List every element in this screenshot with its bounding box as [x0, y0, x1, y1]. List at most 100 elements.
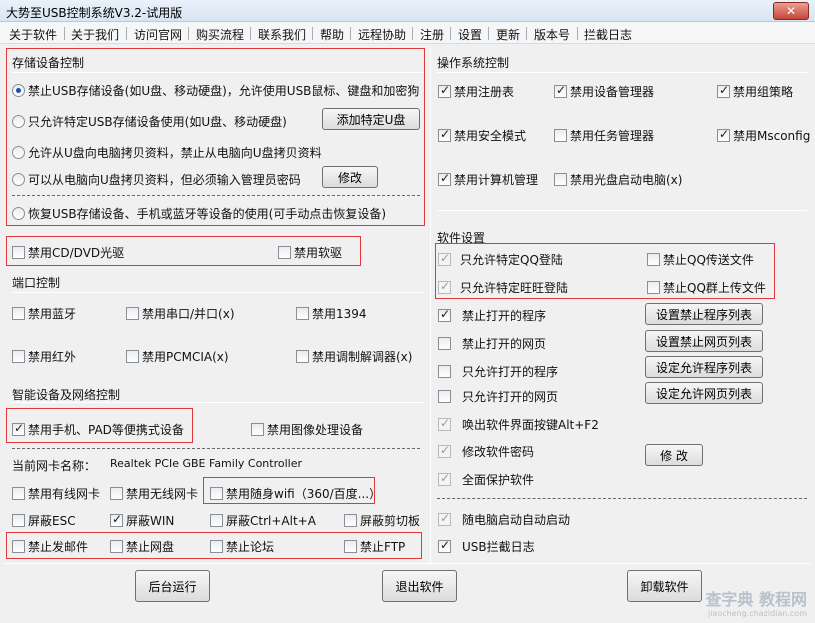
disable-device-manager-checkbox[interactable]: 禁用设备管理器 — [554, 83, 654, 100]
disable-mobile-checkbox[interactable]: 禁用手机、PAD等便携式设备 — [12, 421, 184, 438]
disable-modem-checkbox[interactable]: 禁用调制解调器(x) — [296, 348, 412, 365]
menu-intercept-log[interactable]: 拦截日志 — [584, 26, 632, 43]
checkbox-icon — [438, 416, 451, 431]
autostart-checkbox[interactable]: 随电脑启动自动启动 — [438, 511, 570, 528]
menu-about-us[interactable]: 关于我们 — [71, 26, 119, 43]
add-specific-usb-button[interactable]: 添加特定U盘 — [322, 108, 420, 130]
menu-remote[interactable]: 远程协助 — [358, 26, 406, 43]
set-allowed-programs-button[interactable]: 设定允许程序列表 — [645, 356, 763, 378]
menu-help[interactable]: 帮助 — [320, 26, 344, 43]
checkbox-icon — [554, 83, 567, 98]
block-forum-checkbox[interactable]: 禁止论坛 — [210, 538, 274, 555]
menu-contact[interactable]: 联系我们 — [258, 26, 306, 43]
checkbox-icon — [554, 173, 567, 186]
menu-settings[interactable]: 设置 — [458, 26, 482, 43]
disable-serial-checkbox[interactable]: 禁用串口/并口(x) — [126, 305, 235, 322]
storage-opt-block-usb[interactable]: 禁止USB存储设备(如U盘、移动硬盘)，允许使用USB鼠标、键盘和加密狗 — [12, 82, 419, 99]
block-qq-file-checkbox[interactable]: 禁止QQ传送文件 — [647, 251, 754, 268]
checkbox-icon — [438, 443, 451, 458]
modify-password-checkbox[interactable]: 修改软件密码 — [438, 443, 534, 460]
disable-wireless-nic-checkbox[interactable]: 禁用无线网卡 — [110, 485, 198, 502]
checkbox-icon — [717, 127, 730, 142]
allow-programs-checkbox[interactable]: 只允许打开的程序 — [438, 363, 558, 380]
storage-opt-specific-usb[interactable]: 只允许特定USB存储设备使用(如U盘、移动硬盘) — [12, 113, 287, 130]
disable-wired-nic-checkbox[interactable]: 禁用有线网卡 — [12, 485, 100, 502]
close-button[interactable]: ✕ — [773, 2, 809, 20]
exit-software-button[interactable]: 退出软件 — [382, 570, 457, 602]
nic-label: 当前网卡名称： — [12, 459, 97, 473]
disable-infrared-checkbox[interactable]: 禁用红外 — [12, 348, 76, 365]
checkbox-icon — [210, 487, 223, 500]
wangwang-only-checkbox[interactable]: 只允许特定旺旺登陆 — [438, 279, 568, 296]
checkbox-icon — [12, 246, 25, 259]
menu-update[interactable]: 更新 — [496, 26, 520, 43]
block-webpages-checkbox[interactable]: 禁止打开的网页 — [438, 335, 546, 352]
storage-opt-password[interactable]: 可以从电脑向U盘拷贝资料，但必须输入管理员密码 — [12, 171, 301, 188]
hotkey-checkbox[interactable]: 唤出软件界面按键Alt+F2 — [438, 416, 599, 433]
watermark: 查字典 教程网 jiaocheng.chazidian.com — [705, 590, 807, 619]
storage-opt-restore[interactable]: 恢复USB存储设备、手机或蓝牙等设备的使用(可手动点击恢复设备) — [12, 205, 386, 222]
uninstall-software-button[interactable]: 卸载软件 — [627, 570, 702, 602]
storage-opt-usb-to-pc[interactable]: 允许从U盘向电脑拷贝资料，禁止从电脑向U盘拷贝资料 — [12, 144, 322, 161]
full-protection-checkbox[interactable]: 全面保护软件 — [438, 471, 534, 488]
block-esc-checkbox[interactable]: 屏蔽ESC — [12, 512, 76, 529]
checkbox-icon — [438, 279, 451, 294]
modify-password-button[interactable]: 修改 — [322, 166, 378, 188]
usb-log-checkbox[interactable]: USB拦截日志 — [438, 538, 535, 555]
block-qq-group-upload-checkbox[interactable]: 禁止QQ群上传文件 — [647, 279, 766, 296]
checkbox-icon — [438, 538, 451, 553]
checkbox-icon — [647, 253, 660, 266]
disable-cd-boot-checkbox[interactable]: 禁用光盘启动电脑(x) — [554, 171, 682, 188]
modify-software-password-button[interactable]: 修 改 — [645, 444, 703, 466]
block-email-checkbox[interactable]: 禁止发邮件 — [12, 538, 88, 555]
block-win-checkbox[interactable]: 屏蔽WIN — [110, 512, 174, 529]
title-bar: 大势至USB控制系统V3.2-试用版 ✕ — [0, 0, 815, 22]
smart-title: 智能设备及网络控制 — [12, 388, 121, 402]
menu-purchase[interactable]: 购买流程 — [196, 26, 244, 43]
menu-about-software[interactable]: 关于软件 — [9, 26, 57, 43]
block-netdisk-checkbox[interactable]: 禁止网盘 — [110, 538, 174, 555]
qq-only-checkbox[interactable]: 只允许特定QQ登陆 — [438, 251, 563, 268]
pane-divider — [430, 48, 431, 564]
checkbox-icon — [438, 390, 451, 403]
radio-icon — [12, 146, 25, 159]
ports-title: 端口控制 — [12, 276, 61, 290]
block-ctrl-alt-a-checkbox[interactable]: 屏蔽Ctrl+Alt+A — [210, 512, 316, 529]
menu-official-site[interactable]: 访问官网 — [134, 26, 182, 43]
checkbox-icon — [296, 307, 309, 320]
checkbox-icon — [296, 350, 309, 363]
block-ftp-checkbox[interactable]: 禁止FTP — [344, 538, 405, 555]
disable-task-manager-checkbox[interactable]: 禁用任务管理器 — [554, 127, 654, 144]
disable-portable-wifi-checkbox[interactable]: 禁用随身wifi（360/百度...） — [210, 485, 381, 502]
block-clipboard-checkbox[interactable]: 屏蔽剪切板 — [344, 512, 420, 529]
disable-safe-mode-checkbox[interactable]: 禁用安全模式 — [438, 127, 526, 144]
disable-imaging-checkbox[interactable]: 禁用图像处理设备 — [251, 421, 363, 438]
checkbox-icon — [438, 337, 451, 350]
checkbox-icon — [110, 540, 123, 553]
checkbox-icon — [344, 540, 357, 553]
menu-bar: 关于软件 关于我们 访问官网 购买流程 联系我们 帮助 远程协助 注册 设置 更… — [0, 22, 815, 44]
disable-pcmcia-checkbox[interactable]: 禁用PCMCIA(x) — [126, 348, 229, 365]
disable-floppy-checkbox[interactable]: 禁用软驱 — [278, 244, 342, 261]
checkbox-icon — [12, 514, 25, 527]
set-blocked-webpages-button[interactable]: 设置禁止网页列表 — [645, 330, 763, 352]
disable-1394-checkbox[interactable]: 禁用1394 — [296, 305, 367, 322]
disable-cd-dvd-checkbox[interactable]: 禁用CD/DVD光驱 — [12, 244, 124, 261]
nic-value: Realtek PCIe GBE Family Controller — [110, 457, 303, 470]
set-blocked-programs-button[interactable]: 设置禁止程序列表 — [645, 303, 763, 325]
menu-register[interactable]: 注册 — [420, 26, 444, 43]
allow-webpages-checkbox[interactable]: 只允许打开的网页 — [438, 388, 558, 405]
background-run-button[interactable]: 后台运行 — [135, 570, 210, 602]
disable-group-policy-checkbox[interactable]: 禁用组策略 — [717, 83, 793, 100]
block-programs-checkbox[interactable]: 禁止打开的程序 — [438, 307, 546, 324]
checkbox-icon — [717, 83, 730, 98]
disable-registry-checkbox[interactable]: 禁用注册表 — [438, 83, 514, 100]
radio-icon — [12, 207, 25, 220]
disable-bluetooth-checkbox[interactable]: 禁用蓝牙 — [12, 305, 76, 322]
disable-msconfig-checkbox[interactable]: 禁用Msconfig — [717, 127, 810, 144]
menu-version[interactable]: 版本号 — [534, 26, 570, 43]
disable-computer-management-checkbox[interactable]: 禁用计算机管理 — [438, 171, 538, 188]
checkbox-icon — [438, 171, 451, 186]
checkbox-icon — [126, 350, 139, 363]
set-allowed-webpages-button[interactable]: 设定允许网页列表 — [645, 382, 763, 404]
